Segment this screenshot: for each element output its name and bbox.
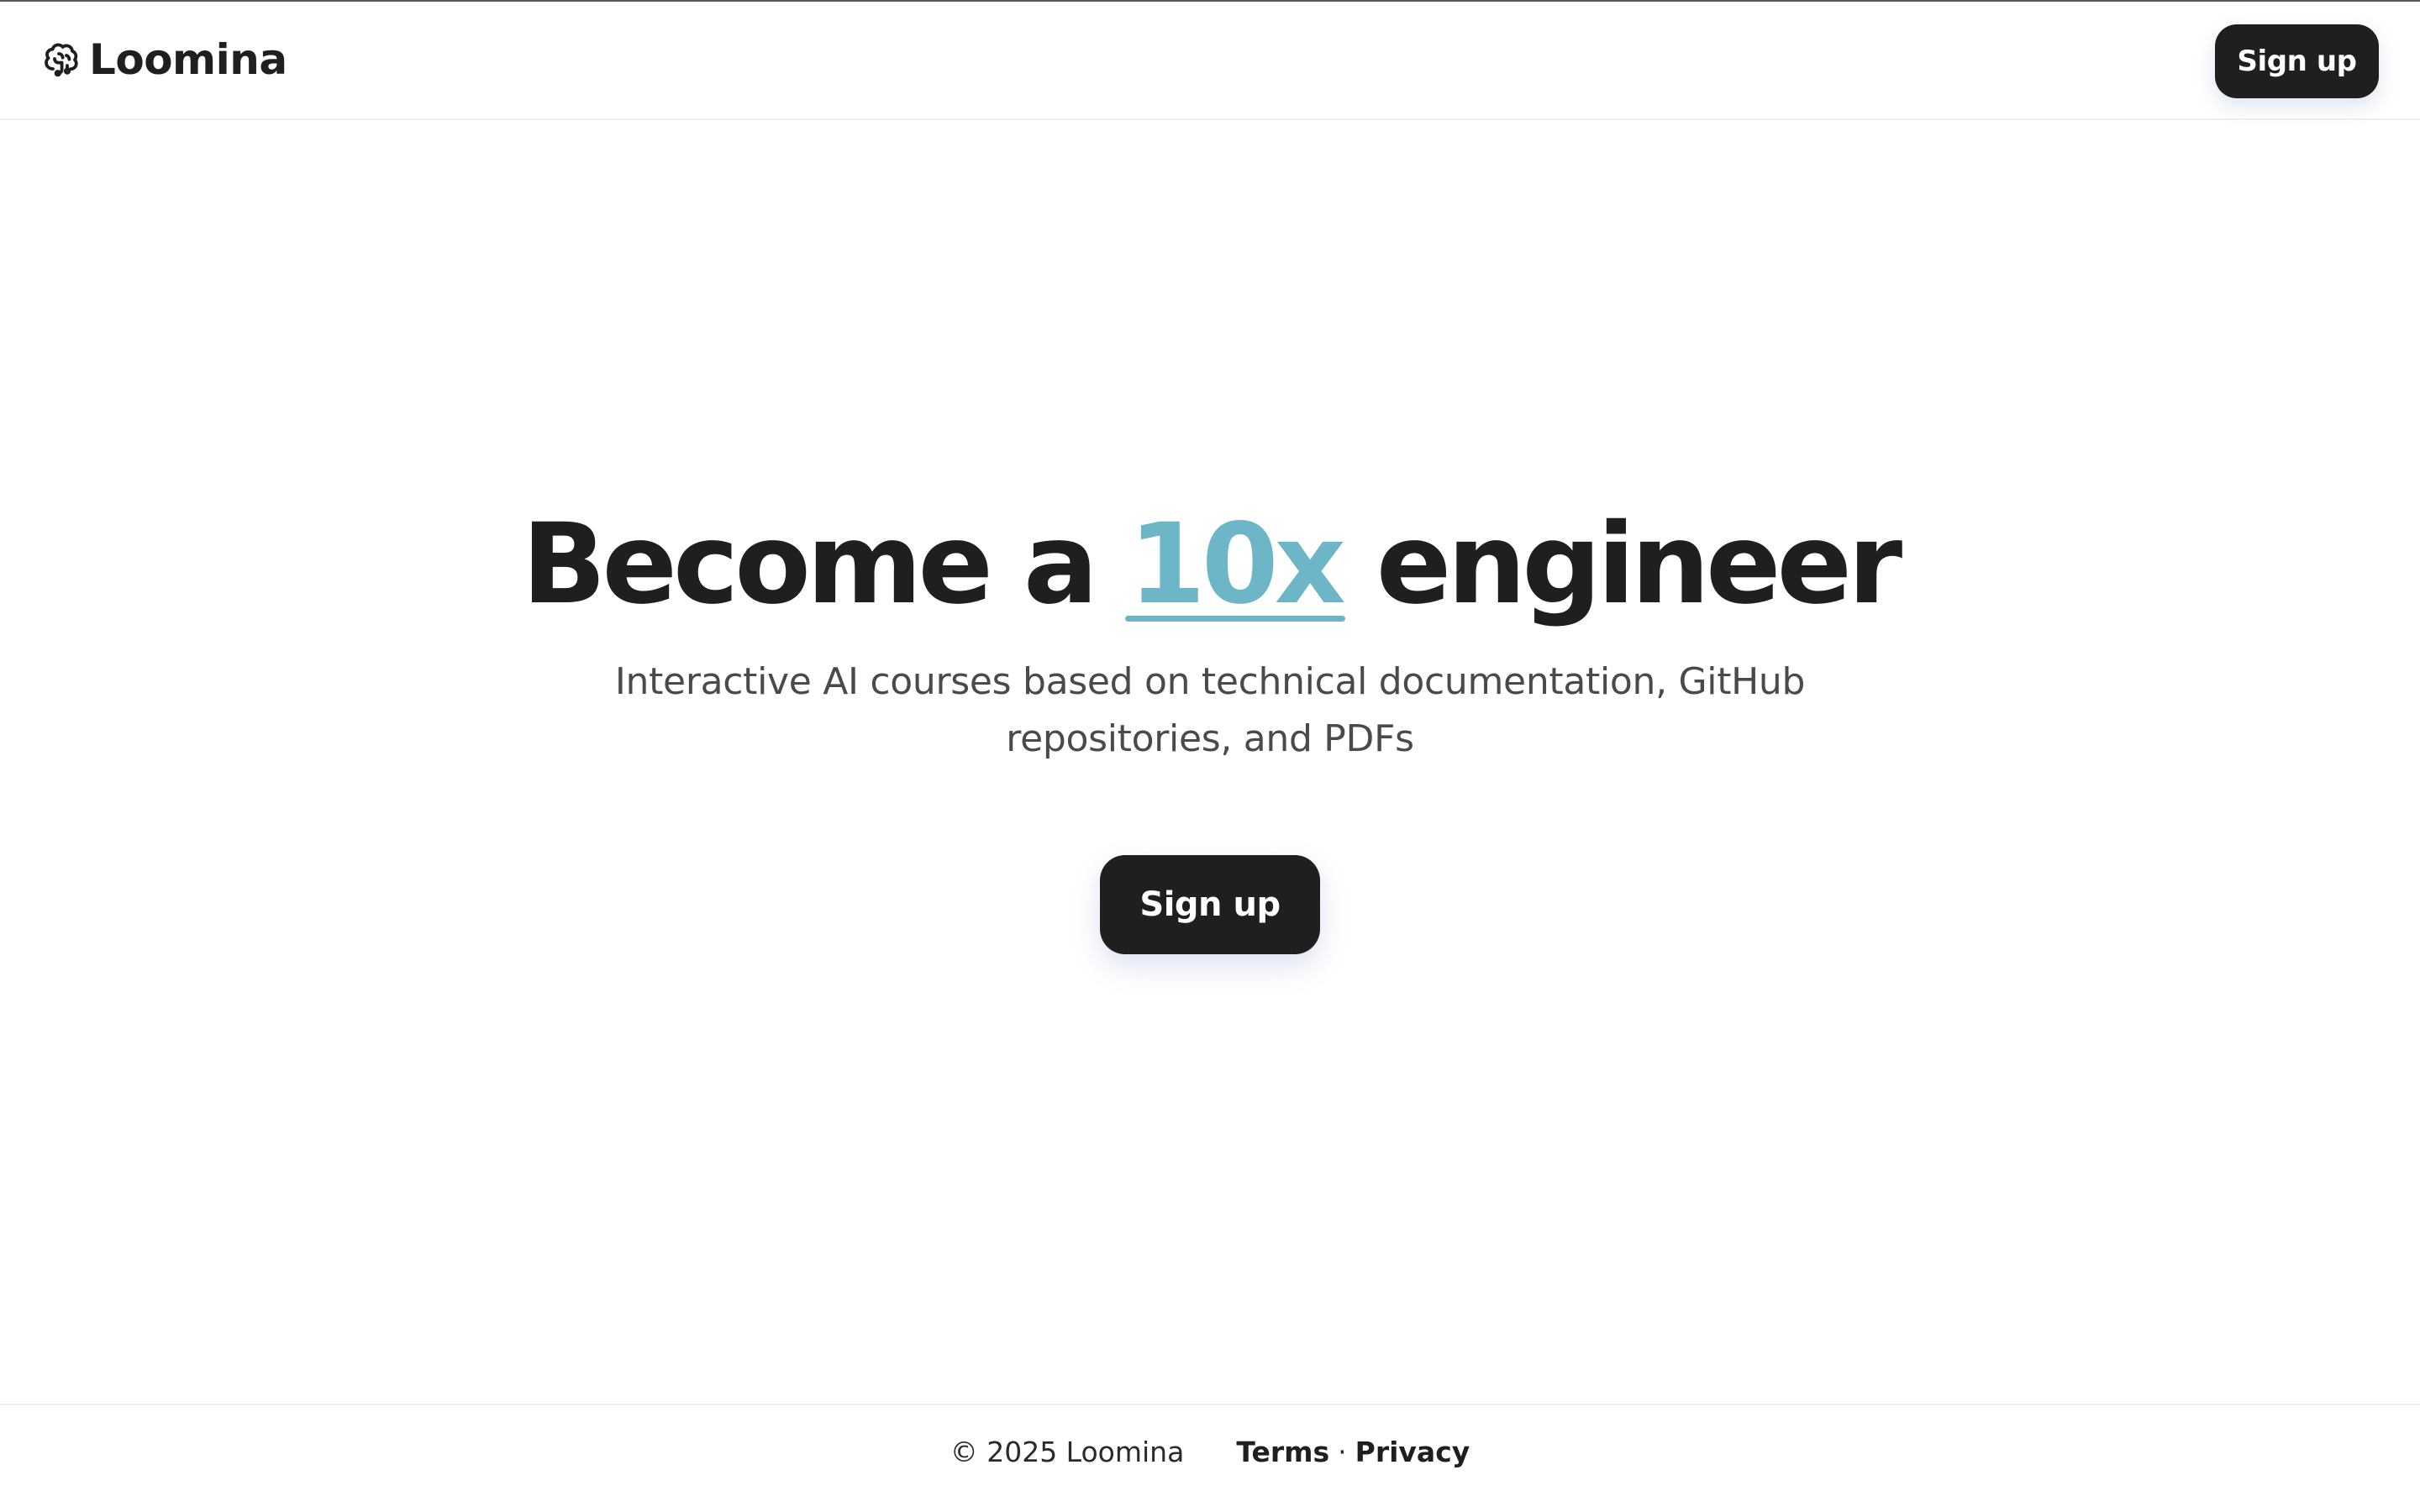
hero-title: Become a 10x engineer (0, 489, 2420, 640)
footer: © 2025 Loomina Terms · Privacy (0, 1404, 2420, 1512)
hero-title-accent-text: 10x (1128, 500, 1346, 629)
brain-icon (40, 39, 81, 80)
header-signup-button[interactable]: Sign up (2215, 24, 2379, 98)
terms-link[interactable]: Terms (1236, 1436, 1329, 1468)
copyright-text: © 2025 Loomina (950, 1436, 1185, 1468)
hero-title-prefix: Become a (521, 500, 1128, 629)
privacy-link[interactable]: Privacy (1355, 1436, 1470, 1468)
page: Loomina Sign up Become a 10x engineer In… (0, 0, 2420, 1512)
hero-section: Become a 10x engineer Interactive AI cou… (0, 489, 2420, 954)
hero-title-suffix: engineer (1341, 500, 1902, 629)
brand-logo-link[interactable]: Loomina (40, 32, 287, 87)
footer-content: © 2025 Loomina Terms · Privacy (0, 1436, 2420, 1468)
hero-signup-button[interactable]: Sign up (1100, 855, 1320, 954)
hero-subtitle: Interactive AI courses based on technica… (614, 660, 1806, 760)
top-navbar: Loomina Sign up (0, 2, 2420, 120)
hero-title-accent: 10x (1124, 489, 1346, 640)
brand-name: Loomina (89, 35, 287, 84)
footer-separator: · (1338, 1436, 1347, 1468)
accent-underline (1124, 616, 1345, 622)
